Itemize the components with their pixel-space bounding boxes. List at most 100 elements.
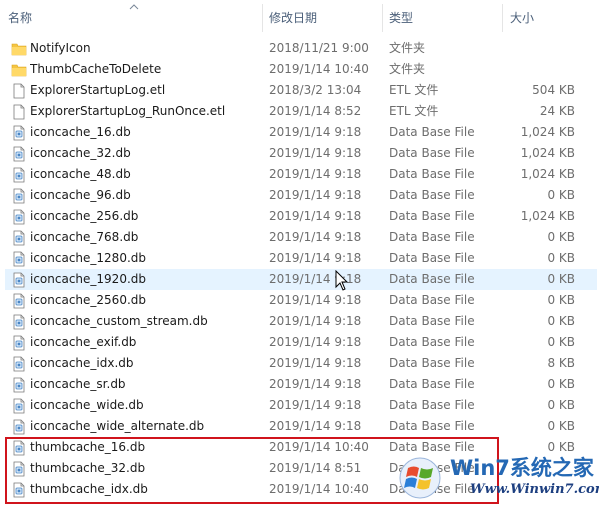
column-divider[interactable] [262,4,263,32]
db-file-icon [11,482,27,498]
file-row[interactable]: ThumbCacheToDelete 2019/1/14 10:40 文件夹 [5,59,597,80]
db-file-icon [11,377,27,393]
file-name: iconcache_sr.db [30,377,126,391]
file-row[interactable]: iconcache_1920.db 2019/1/14 9:18 Data Base… [5,269,597,290]
file-modified-date: 2019/1/14 9:18 [269,398,362,412]
db-file-icon [11,209,27,225]
file-row[interactable]: iconcache_96.db 2019/1/14 9:18 Data Base F… [5,185,597,206]
file-modified-date: 2018/11/21 9:00 [269,41,369,55]
file-type: Data Base File [389,209,475,223]
file-modified-date: 2019/1/14 10:40 [269,62,369,76]
file-row[interactable]: thumbcache_32.db 2019/1/14 8:51 Data Base … [5,458,597,479]
file-row[interactable]: iconcache_16.db 2019/1/14 9:18 Data Base F… [5,122,597,143]
file-size: 1,024 KB [520,209,575,223]
file-name: iconcache_256.db [30,209,139,223]
db-file-icon [11,167,27,183]
file-size: 0 KB [547,251,575,265]
file-name: iconcache_idx.db [30,356,134,370]
file-size: 0 KB [547,335,575,349]
file-row[interactable]: iconcache_32.db 2019/1/14 9:18 Data Base F… [5,143,597,164]
file-type: 文件夹 [389,62,426,76]
column-header-name[interactable]: 名称 [8,0,258,36]
file-name: iconcache_768.db [30,230,139,244]
file-size: 0 KB [547,398,575,412]
file-type: Data Base File [389,146,475,160]
file-name: iconcache_1920.db [30,272,147,286]
column-header-size[interactable]: 大小 [510,0,590,36]
file-row[interactable]: thumbcache_idx.db 2019/1/14 10:40 Data Bas… [5,479,597,500]
column-divider[interactable] [502,4,503,32]
file-row[interactable]: ExplorerStartupLog.etl 2018/3/2 13:04 ETL … [5,80,597,101]
file-name: thumbcache_32.db [30,461,146,475]
file-size [485,38,575,59]
file-row[interactable]: thumbcache_16.db 2019/1/14 10:40 Data Base… [5,437,597,458]
file-name: iconcache_32.db [30,146,131,160]
file-name: iconcache_96.db [30,188,131,202]
file-row[interactable]: ExplorerStartupLog_RunOnce.etl 2019/1/14 … [5,101,597,122]
file-name: thumbcache_16.db [30,440,146,454]
folder-icon [11,41,27,57]
db-file-icon [11,125,27,141]
file-type: Data Base File [389,335,475,349]
file-type: ETL 文件 [389,104,439,118]
file-row[interactable]: iconcache_768.db 2019/1/14 9:18 Data Base … [5,227,597,248]
file-type: 文件夹 [389,41,426,55]
file-row[interactable]: NotifyIcon 2018/11/21 9:00 文件夹 [5,38,597,59]
file-row[interactable]: iconcache_wide_alternate.db 2019/1/14 9:1… [5,416,597,437]
file-name: thumbcache_idx.db [30,482,148,496]
file-icon [11,83,27,99]
db-file-icon [11,230,27,246]
file-type: Data Base File [389,398,475,412]
column-header-bar: 名称 修改日期 类型 大小 [0,0,599,36]
file-name: NotifyIcon [30,41,91,55]
file-row[interactable]: iconcache_idx.db 2019/1/14 9:18 Data Base … [5,353,597,374]
file-name: iconcache_wide_alternate.db [30,419,205,433]
file-size: 1,024 KB [520,167,575,181]
file-row[interactable]: iconcache_sr.db 2019/1/14 9:18 Data Base F… [5,374,597,395]
file-modified-date: 2019/1/14 9:18 [269,230,362,244]
file-row[interactable]: iconcache_256.db 2019/1/14 9:18 Data Base … [5,206,597,227]
file-size: 1,024 KB [520,125,575,139]
file-type: Data Base File [389,125,475,139]
file-modified-date: 2019/1/14 9:18 [269,146,362,160]
file-type: Data Base File [389,440,475,454]
file-row[interactable]: iconcache_exif.db 2019/1/14 9:18 Data Base… [5,332,597,353]
file-type: Data Base File [389,356,475,370]
file-type: Data Base File [389,167,475,181]
column-divider[interactable] [382,4,383,32]
file-modified-date: 2019/1/14 9:18 [269,209,362,223]
db-file-icon [11,398,27,414]
file-type: ETL 文件 [389,83,439,97]
file-type: Data Base File [389,230,475,244]
file-name: iconcache_exif.db [30,335,137,349]
file-modified-date: 2019/1/14 10:40 [269,482,369,496]
file-name: iconcache_1280.db [30,251,147,265]
file-modified-date: 2019/1/14 9:18 [269,125,362,139]
column-header-date[interactable]: 修改日期 [269,0,379,36]
column-header-type[interactable]: 类型 [389,0,499,36]
file-row[interactable]: iconcache_2560.db 2019/1/14 9:18 Data Base… [5,290,597,311]
file-name: iconcache_wide.db [30,398,144,412]
file-modified-date: 2019/1/14 9:18 [269,356,362,370]
file-row[interactable]: iconcache_1280.db 2019/1/14 9:18 Data Base… [5,248,597,269]
file-modified-date: 2018/3/2 13:04 [269,83,362,97]
file-row[interactable]: iconcache_48.db 2019/1/14 9:18 Data Base F… [5,164,597,185]
db-file-icon [11,419,27,435]
file-modified-date: 2019/1/14 8:52 [269,104,362,118]
file-row[interactable]: iconcache_wide.db 2019/1/14 9:18 Data Base… [5,395,597,416]
file-name: iconcache_custom_stream.db [30,314,208,328]
file-type: Data Base File [389,293,475,307]
db-file-icon [11,356,27,372]
file-size: 504 KB [532,83,575,97]
file-size: 0 KB [547,314,575,328]
db-file-icon [11,188,27,204]
db-file-icon [11,272,27,288]
file-modified-date: 2019/1/14 9:18 [269,419,362,433]
file-name: iconcache_16.db [30,125,131,139]
file-type: Data Base File [389,461,475,475]
file-type: Data Base File [389,377,475,391]
file-name: ExplorerStartupLog_RunOnce.etl [30,104,226,118]
file-icon [11,104,27,120]
file-row[interactable]: iconcache_custom_stream.db 2019/1/14 9:18… [5,311,597,332]
folder-icon [11,62,27,78]
